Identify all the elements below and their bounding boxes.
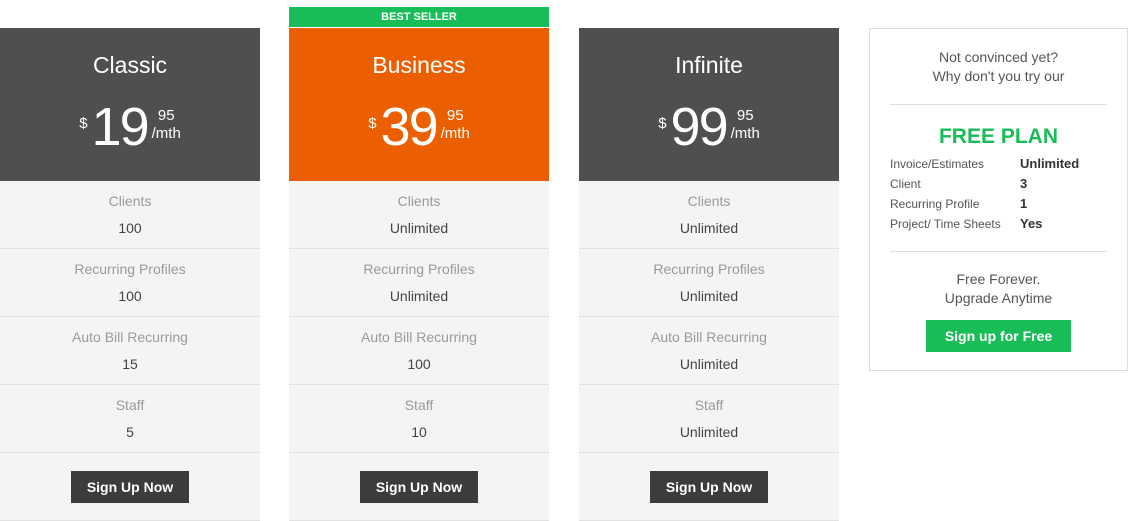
feature-value: 1 xyxy=(1020,196,1028,211)
feature-value: 5 xyxy=(126,424,134,440)
sign-up-now-button[interactable]: Sign Up Now xyxy=(70,470,190,503)
feature-row: Recurring Profiles Unlimited xyxy=(579,249,839,317)
price-cents: 95 xyxy=(157,107,175,124)
free-plan-features: Invoice/Estimates Unlimited Client 3 Recur… xyxy=(890,155,1127,233)
feature-value: Unlimited xyxy=(679,424,739,440)
feature-row: Clients Unlimited xyxy=(579,181,839,249)
feature-row: Staff Unlimited xyxy=(579,385,839,453)
feature-value: Unlimited xyxy=(679,356,739,372)
currency-symbol: $ xyxy=(79,115,88,132)
feature-value: Unlimited xyxy=(679,220,739,236)
free-outro-line-1: Free Forever. xyxy=(956,271,1041,287)
price-cents: 95 xyxy=(736,107,754,124)
feature-value: Unlimited xyxy=(389,220,449,236)
plan-price: $ 39 95 /mth xyxy=(289,100,549,154)
currency-symbol: $ xyxy=(658,115,667,132)
price-amount: 39 xyxy=(380,97,439,157)
feature-label: Clients xyxy=(397,193,441,209)
price-period: /mth xyxy=(730,125,760,142)
free-plan-card: Not convinced yet? Why don't you try our… xyxy=(869,28,1128,371)
feature-row: Clients Unlimited xyxy=(289,181,549,249)
plan-header: Business $ 39 95 /mth xyxy=(289,28,549,181)
plan-name: Business xyxy=(372,52,466,78)
plan-name: Infinite xyxy=(675,52,743,78)
plan-card-infinite: Infinite $ 99 95 /mth Clients Unlimited … xyxy=(579,28,839,521)
plan-header: Infinite $ 99 95 /mth xyxy=(579,28,839,181)
feature-value: Unlimited xyxy=(679,288,739,304)
feature-value: 100 xyxy=(407,356,431,372)
plan-name: Classic xyxy=(92,52,168,78)
plan-price: $ 19 95 /mth xyxy=(0,100,260,154)
feature-value: 3 xyxy=(1020,176,1028,191)
feature-value: 100 xyxy=(118,288,142,304)
feature-value: 100 xyxy=(118,220,142,236)
feature-row: Recurring Profiles Unlimited xyxy=(289,249,549,317)
price-period: /mth xyxy=(151,125,181,142)
feature-value: 10 xyxy=(411,424,427,440)
price-amount: 19 xyxy=(91,97,150,157)
feature-label: Auto Bill Recurring xyxy=(72,329,188,345)
sign-up-now-button[interactable]: Sign Up Now xyxy=(359,470,479,503)
feature-row: Recurring Profiles 100 xyxy=(0,249,260,317)
feature-label: Recurring Profiles xyxy=(74,261,186,277)
feature-value: Unlimited xyxy=(389,288,449,304)
feature-label: Staff xyxy=(404,397,434,413)
free-outro-line-2: Upgrade Anytime xyxy=(944,290,1053,306)
plan-card-business: Business $ 39 95 /mth Clients Unlimited … xyxy=(289,28,549,521)
feature-value: Yes xyxy=(1020,216,1043,231)
feature-label: Recurring Profile xyxy=(890,197,980,211)
feature-label: Client xyxy=(890,177,921,191)
feature-value: Unlimited xyxy=(1020,156,1080,171)
plan-card-classic: Classic $ 19 95 /mth Clients 100 Recurri… xyxy=(0,28,260,521)
plan-footer: Sign Up Now xyxy=(579,453,839,521)
sign-up-now-button[interactable]: Sign Up Now xyxy=(649,470,769,503)
divider xyxy=(890,251,1107,252)
feature-label: Project/ Time Sheets xyxy=(890,217,1001,231)
feature-row: Clients 100 xyxy=(0,181,260,249)
price-cents: 95 xyxy=(446,107,464,124)
feature-row: Auto Bill Recurring 100 xyxy=(289,317,549,385)
sign-up-free-button[interactable]: Sign up for Free xyxy=(925,320,1072,352)
feature-value: 15 xyxy=(122,356,138,372)
price-amount: 99 xyxy=(670,97,729,157)
divider xyxy=(890,104,1107,105)
feature-row: Auto Bill Recurring 15 xyxy=(0,317,260,385)
price-period: /mth xyxy=(440,125,470,142)
feature-label: Invoice/Estimates xyxy=(890,157,985,171)
free-intro-line-2: Why don't you try our xyxy=(932,68,1065,84)
feature-label: Clients xyxy=(687,193,731,209)
plan-footer: Sign Up Now xyxy=(289,453,549,521)
feature-label: Auto Bill Recurring xyxy=(361,329,477,345)
feature-label: Recurring Profiles xyxy=(363,261,475,277)
plan-price: $ 99 95 /mth xyxy=(579,100,839,154)
feature-row: Auto Bill Recurring Unlimited xyxy=(579,317,839,385)
currency-symbol: $ xyxy=(368,115,377,132)
plan-footer: Sign Up Now xyxy=(0,453,260,521)
feature-label: Auto Bill Recurring xyxy=(651,329,767,345)
feature-label: Staff xyxy=(694,397,724,413)
best-seller-ribbon: BEST SELLER xyxy=(289,7,549,27)
free-intro-line-1: Not convinced yet? xyxy=(938,49,1059,65)
feature-label: Recurring Profiles xyxy=(653,261,765,277)
feature-row: Staff 5 xyxy=(0,385,260,453)
feature-label: Clients xyxy=(108,193,152,209)
free-plan-title: FREE PLAN xyxy=(938,125,1058,148)
plan-header: Classic $ 19 95 /mth xyxy=(0,28,260,181)
feature-row: Staff 10 xyxy=(289,385,549,453)
feature-label: Staff xyxy=(115,397,145,413)
